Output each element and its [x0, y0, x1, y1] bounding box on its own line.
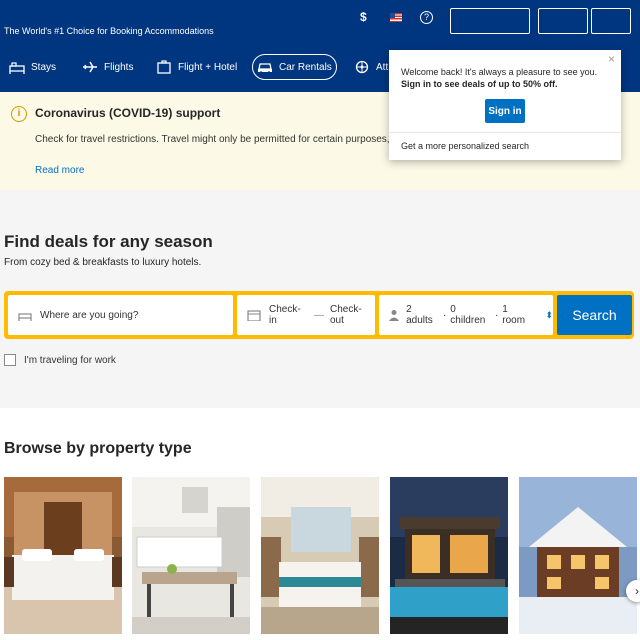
nav-label: Car Rentals [279, 61, 332, 73]
popup-footer[interactable]: Get a more personalized search [401, 141, 529, 151]
adults-count: 2 adults [406, 304, 433, 326]
close-icon[interactable]: × [608, 52, 615, 66]
property-image-apartments[interactable] [132, 477, 250, 634]
property-image-hotels[interactable] [4, 477, 122, 634]
attractions-icon [354, 60, 370, 74]
register-button[interactable] [450, 8, 530, 34]
guests-field[interactable]: 2 adults · 0 children · 1 room ⬍ [379, 295, 553, 335]
bed-icon [18, 309, 32, 321]
covid-title: Coronavirus (COVID-19) support [35, 106, 221, 120]
read-more-link[interactable]: Read more [35, 165, 84, 176]
search-bar: Where are you going? Check-in — Check-ou… [4, 291, 634, 339]
dot-separator: · [494, 309, 499, 321]
tagline: The World's #1 Choice for Booking Accomm… [4, 26, 214, 36]
dot-separator: · [442, 309, 447, 321]
property-type-section: Browse by property type › [0, 408, 640, 640]
signin-button[interactable]: Sign in [485, 99, 525, 123]
currency-selector[interactable]: $ [360, 10, 367, 24]
account-button[interactable] [591, 8, 631, 34]
destination-placeholder: Where are you going? [40, 309, 139, 321]
checkout-label: Check-out [329, 304, 362, 326]
nav-car-rentals[interactable]: Car Rentals [252, 54, 337, 80]
search-button[interactable]: Search [557, 295, 632, 335]
popup-text-plain: Welcome back! It's always a pleasure to … [401, 67, 598, 77]
nav-attractions[interactable]: Att [350, 54, 392, 80]
destination-field[interactable]: Where are you going? [8, 295, 233, 335]
nav-label: Stays [31, 61, 57, 73]
divider [389, 132, 621, 133]
signin-popup: × Welcome back! It's always a pleasure t… [389, 50, 621, 160]
work-checkbox[interactable] [4, 354, 16, 366]
hero-subtitle: From cozy bed & breakfasts to luxury hot… [4, 257, 202, 268]
nav-stays[interactable]: Stays [5, 54, 60, 80]
nav-label: Att [376, 61, 389, 73]
signin-header-button[interactable] [538, 8, 588, 34]
nav-flights[interactable]: Flights [78, 54, 137, 80]
hero-title: Find deals for any season [4, 232, 213, 251]
property-image-resorts[interactable] [261, 477, 379, 634]
popup-text-bold: Sign in to see deals of up to 50% off. [401, 79, 558, 89]
property-type-heading: Browse by property type [4, 440, 192, 457]
nav-flight-hotel[interactable]: Flight + Hotel [152, 54, 241, 80]
nav-label: Flights [104, 61, 134, 73]
person-icon [387, 309, 400, 321]
popup-message: Welcome back! It's always a pleasure to … [401, 66, 613, 90]
info-icon: i [11, 106, 27, 122]
help-icon[interactable]: ? [420, 11, 433, 24]
chevron-updown-icon: ⬍ [545, 309, 553, 320]
rooms-count: 1 room [502, 304, 526, 326]
bed-icon [9, 60, 25, 74]
covid-text: Check for travel restrictions. Travel mi… [35, 134, 440, 145]
car-icon [257, 60, 273, 74]
date-field[interactable]: Check-in — Check-out [237, 295, 375, 335]
work-travel-option[interactable]: I'm traveling for work [4, 354, 116, 366]
work-label: I'm traveling for work [24, 354, 116, 366]
checkin-label: Check-in [269, 304, 301, 326]
property-image-cabins[interactable] [519, 477, 637, 634]
plane-icon [82, 60, 98, 74]
language-flag-icon[interactable] [390, 13, 402, 22]
children-count: 0 children [450, 304, 486, 326]
nav-label: Flight + Hotel [178, 61, 238, 73]
property-image-villas[interactable] [390, 477, 508, 634]
date-separator: — [313, 309, 324, 321]
calendar-icon [247, 309, 261, 321]
suitcase-icon [156, 60, 172, 74]
